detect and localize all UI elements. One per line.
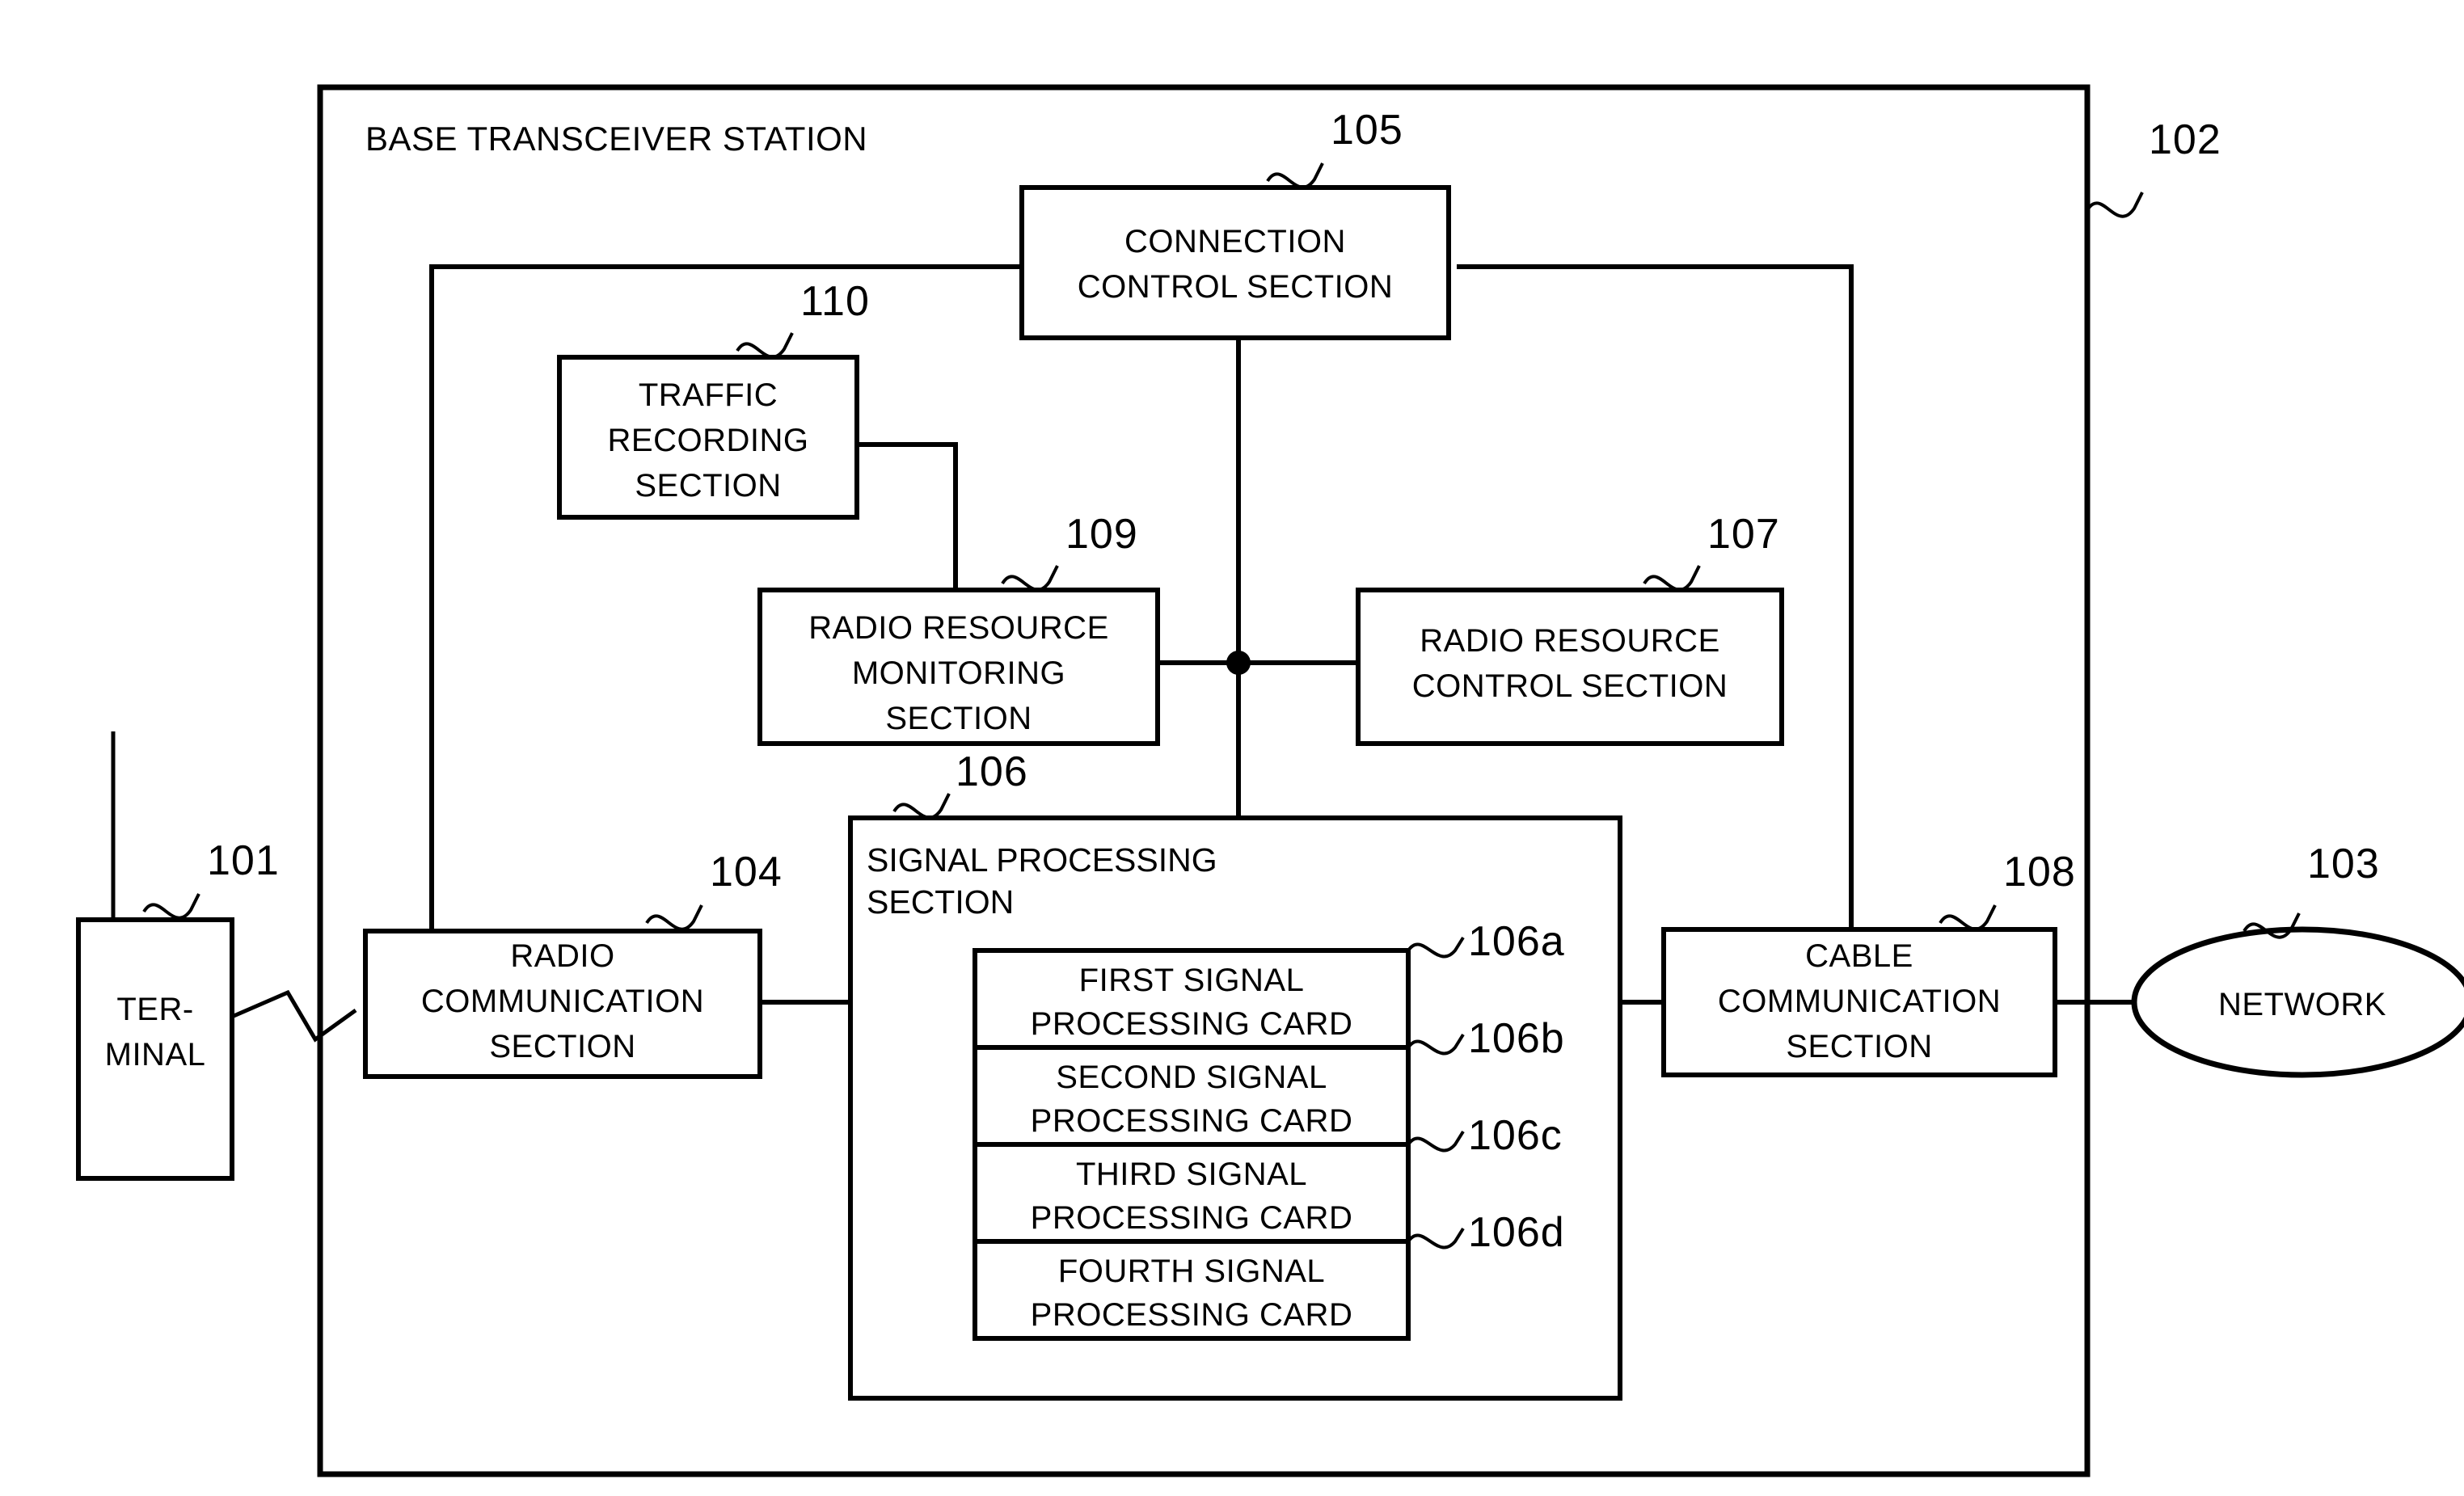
signal-processing-label-line1: SIGNAL PROCESSING [867,841,1217,879]
card-3-label-line1: THIRD SIGNAL [1076,1157,1307,1192]
rr-control-label-line1: RADIO RESOURCE [1420,623,1720,659]
radio-communication-label-line3: SECTION [489,1029,635,1064]
rr-monitoring-label-line1: RADIO RESOURCE [808,610,1109,646]
terminal-label-line1: TER- [116,992,193,1027]
card-4-label-line2: PROCESSING CARD [1031,1297,1353,1333]
signal-processing-label-line2: SECTION [867,883,1014,921]
card-1-label-line2: PROCESSING CARD [1031,1006,1353,1042]
card-1-label-line1: FIRST SIGNAL [1079,963,1305,998]
ref-label-108: 108 [2003,849,2076,895]
connection-control-section-box[interactable] [1019,185,1451,340]
radio-communication-label-line2: COMMUNICATION [421,984,704,1019]
ref-label-106c: 106c [1468,1112,1563,1159]
ref-label-104: 104 [710,849,783,895]
terminal-label-line2: MINAL [105,1037,206,1072]
card-2-label-line1: SECOND SIGNAL [1056,1060,1327,1095]
network-label: NETWORK [2218,987,2386,1022]
ref-label-103: 103 [2307,841,2380,887]
radio-resource-control-section-box[interactable] [1356,588,1784,746]
card-2-label-line2: PROCESSING CARD [1031,1103,1353,1139]
ref-label-101: 101 [207,837,280,884]
cable-communication-label-line2: COMMUNICATION [1718,984,2001,1019]
traffic-recording-label-line1: TRAFFIC [639,377,778,413]
rr-monitoring-label-line2: MONITORING [852,655,1065,691]
radio-communication-label-line1: RADIO [510,938,614,974]
cable-communication-label-line3: SECTION [1786,1029,1932,1064]
ref-label-106b: 106b [1468,1015,1565,1062]
card-4-label-line1: FOURTH SIGNAL [1058,1254,1325,1289]
ref-label-110: 110 [800,278,870,325]
rr-monitoring-label-line3: SECTION [885,701,1032,736]
patent-figure-canvas: BASE TRANSCEIVER STATION 102 TER- MINAL … [0,0,2464,1496]
connection-control-label-line2: CONTROL SECTION [1078,269,1394,305]
ref-leader-101 [142,893,200,920]
ref-label-109: 109 [1065,511,1138,558]
cable-communication-label-line1: CABLE [1805,938,1913,974]
ref-label-105: 105 [1331,107,1403,154]
rr-control-label-line2: CONTROL SECTION [1412,668,1728,704]
ref-label-107: 107 [1707,511,1780,558]
junction-dot-radio-resource [1226,651,1251,675]
connection-control-label-line1: CONNECTION [1124,224,1346,259]
block-diagram: BASE TRANSCEIVER STATION 102 TER- MINAL … [76,84,2464,1477]
ref-label-106d: 106d [1468,1209,1565,1256]
page-title: BASE TRANSCEIVER STATION [365,120,867,158]
ref-leader-102 [2086,192,2144,218]
ref-label-106: 106 [956,748,1028,795]
ref-label-102: 102 [2149,116,2221,163]
card-3-label-line2: PROCESSING CARD [1031,1200,1353,1236]
traffic-recording-label-line3: SECTION [635,468,781,504]
traffic-recording-label-line2: RECORDING [608,423,809,458]
ref-label-106a: 106a [1468,918,1565,965]
